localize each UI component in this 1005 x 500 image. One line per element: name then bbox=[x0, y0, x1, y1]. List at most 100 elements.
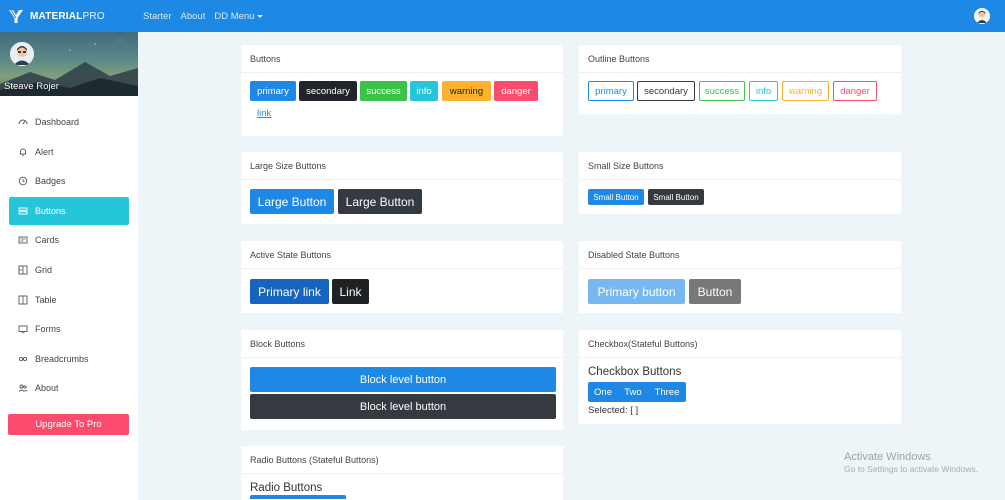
sidebar-item-alert[interactable]: Alert bbox=[9, 138, 129, 166]
card-title: Outline Buttons bbox=[579, 45, 901, 73]
card-title: Large Size Buttons bbox=[241, 152, 563, 180]
danger-outline-button[interactable]: danger bbox=[833, 81, 877, 101]
sidebar-item-label: Cards bbox=[35, 235, 60, 246]
disabled-state-card: Disabled State Buttons Primary button Bu… bbox=[579, 241, 901, 313]
checkbox-option-two[interactable]: Two bbox=[618, 382, 648, 402]
card-title: Radio Buttons (Stateful Buttons) bbox=[241, 446, 563, 474]
secondary-button[interactable]: secondary bbox=[299, 81, 357, 101]
speedometer-icon bbox=[18, 117, 28, 127]
topbar: MATERIALPRO Starter About DD Menu bbox=[0, 0, 1005, 32]
table-icon bbox=[18, 295, 28, 305]
success-outline-button[interactable]: success bbox=[699, 81, 745, 101]
nav-dd-menu[interactable]: DD Menu bbox=[214, 10, 264, 22]
sidebar-item-label: About bbox=[35, 383, 59, 394]
block-primary-button[interactable]: Block level button bbox=[250, 367, 556, 392]
checkbox-buttons-card: Checkbox(Stateful Buttons) Checkbox Butt… bbox=[579, 330, 901, 424]
primary-button[interactable]: primary bbox=[250, 81, 296, 101]
large-buttons-card: Large Size Buttons Large Button Large Bu… bbox=[241, 152, 563, 224]
sidebar-item-label: Forms bbox=[35, 324, 61, 335]
checkbox-option-one[interactable]: One bbox=[588, 382, 618, 402]
profile-avatar[interactable] bbox=[10, 42, 34, 66]
sidebar-item-badges[interactable]: Badges bbox=[9, 167, 129, 195]
block-dark-button[interactable]: Block level button bbox=[250, 394, 556, 419]
warning-outline-button[interactable]: warning bbox=[782, 81, 829, 101]
card-title: Buttons bbox=[241, 45, 563, 73]
block-buttons-card: Block Buttons Block level button Block l… bbox=[241, 330, 563, 430]
buttons-card: Buttons primary secondary success info w… bbox=[241, 45, 563, 136]
sidebar-item-label: Table bbox=[35, 294, 57, 305]
sidebar-item-label: Badges bbox=[35, 176, 66, 187]
info-outline-button[interactable]: info bbox=[749, 81, 778, 101]
checkbox-button-group: One Two Three bbox=[588, 382, 686, 402]
success-button[interactable]: success bbox=[360, 81, 407, 101]
avatar-icon bbox=[974, 8, 990, 24]
primary-link-button[interactable]: Primary link bbox=[250, 279, 329, 304]
list-icon bbox=[18, 206, 28, 216]
activate-windows-title: Activate Windows bbox=[844, 451, 931, 463]
sidebar-item-label: Dashboard bbox=[35, 117, 80, 127]
sidebar-menu: Dashboard Alert Badges Buttons Cards Gri… bbox=[0, 96, 138, 402]
outline-buttons-card: Outline Buttons primary secondary succes… bbox=[579, 45, 901, 114]
profile-name[interactable]: Steave Rojer bbox=[4, 81, 59, 92]
sidebar-item-buttons[interactable]: Buttons bbox=[9, 196, 129, 225]
link-icon bbox=[18, 354, 28, 364]
link-active-button[interactable]: Link bbox=[332, 279, 369, 304]
sidebar-item-label: Alert bbox=[35, 146, 54, 157]
nav-about[interactable]: About bbox=[181, 11, 206, 22]
sidebar-item-breadcrumbs[interactable]: Breadcrumbs bbox=[9, 345, 129, 373]
people-icon bbox=[18, 383, 28, 393]
small-primary-button[interactable]: Small Button bbox=[588, 189, 644, 205]
sidebar: Steave Rojer Dashboard Alert Badges Butt… bbox=[0, 32, 138, 500]
brand-name: MATERIALPRO bbox=[30, 10, 105, 22]
large-dark-button[interactable]: Large Button bbox=[338, 189, 422, 214]
radio-heading: Radio Buttons bbox=[250, 482, 323, 494]
secondary-outline-button[interactable]: secondary bbox=[637, 81, 695, 101]
info-button[interactable]: info bbox=[410, 81, 438, 101]
sidebar-item-dashboard[interactable]: Dashboard bbox=[9, 108, 129, 136]
card-title: Small Size Buttons bbox=[579, 152, 901, 180]
nav-dd-menu-label: DD Menu bbox=[214, 10, 255, 22]
sidebar-item-about[interactable]: About bbox=[9, 374, 129, 402]
danger-button[interactable]: danger bbox=[494, 81, 538, 101]
radio-button-group[interactable] bbox=[250, 495, 346, 499]
radio-buttons-card: Radio Buttons (Stateful Buttons) Radio B… bbox=[241, 446, 563, 500]
brand[interactable]: MATERIALPRO bbox=[0, 0, 138, 32]
large-primary-button[interactable]: Large Button bbox=[250, 189, 334, 214]
disabled-button[interactable]: Button bbox=[689, 279, 741, 304]
active-state-card: Active State Buttons Primary link Link bbox=[241, 241, 563, 313]
sidebar-item-label: Buttons bbox=[35, 205, 66, 216]
checkbox-option-three[interactable]: Three bbox=[648, 382, 686, 402]
upgrade-button[interactable]: Upgrade To Pro bbox=[8, 414, 129, 435]
sidebar-item-label: Grid bbox=[35, 264, 53, 275]
top-nav: Starter About DD Menu bbox=[143, 11, 272, 22]
activate-windows-subtitle: Go to Settings to activate Windows. bbox=[844, 464, 979, 474]
link-button[interactable]: link bbox=[257, 108, 271, 119]
primary-outline-button[interactable]: primary bbox=[588, 81, 634, 101]
card-title: Checkbox(Stateful Buttons) bbox=[579, 330, 901, 358]
small-buttons-card: Small Size Buttons Small Button Small Bu… bbox=[579, 152, 901, 214]
card-title: Block Buttons bbox=[241, 330, 563, 358]
caret-down-icon bbox=[257, 14, 264, 18]
avatar-icon bbox=[10, 42, 34, 66]
nav-starter[interactable]: Starter bbox=[143, 11, 172, 22]
sidebar-item-cards[interactable]: Cards bbox=[9, 226, 129, 254]
sidebar-item-grid[interactable]: Grid bbox=[9, 256, 129, 284]
disabled-primary-button[interactable]: Primary button bbox=[588, 279, 685, 304]
user-avatar[interactable] bbox=[974, 8, 990, 24]
checkbox-selected-text: Selected: [ ] bbox=[588, 405, 639, 416]
form-icon bbox=[18, 324, 28, 334]
clock-icon bbox=[18, 176, 28, 186]
warning-button[interactable]: warning bbox=[442, 81, 491, 101]
card-title: Disabled State Buttons bbox=[579, 241, 901, 269]
sidebar-item-table[interactable]: Table bbox=[9, 286, 129, 314]
profile-banner: Steave Rojer bbox=[0, 32, 138, 96]
bell-icon bbox=[18, 147, 28, 157]
small-dark-button[interactable]: Small Button bbox=[648, 189, 704, 205]
checkbox-heading: Checkbox Buttons bbox=[588, 366, 682, 378]
brand-logo-icon bbox=[9, 9, 23, 23]
sidebar-item-forms[interactable]: Forms bbox=[9, 315, 129, 343]
sidebar-item-label: Breadcrumbs bbox=[35, 353, 89, 364]
grid-icon bbox=[18, 265, 28, 275]
card-icon bbox=[18, 235, 28, 245]
card-title: Active State Buttons bbox=[241, 241, 563, 269]
